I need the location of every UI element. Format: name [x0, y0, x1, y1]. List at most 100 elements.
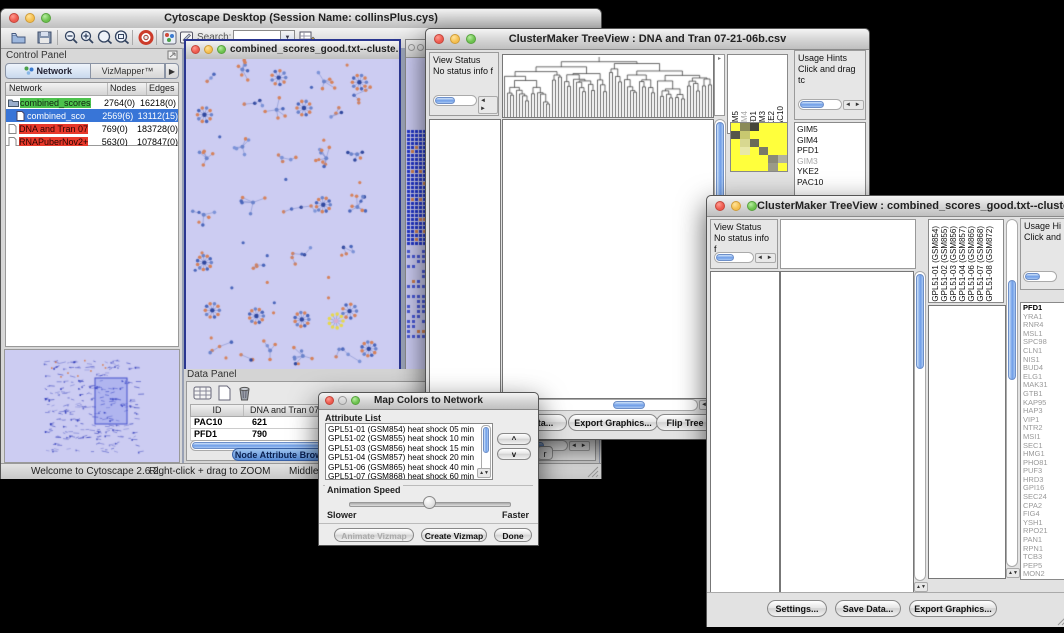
column-label[interactable]: GPL51-06 (GSM865) [967, 226, 976, 302]
minimize-icon[interactable] [731, 201, 741, 211]
save-icon[interactable] [37, 31, 52, 44]
delete-attribute-icon[interactable] [237, 385, 252, 401]
move-up-button[interactable]: ^ [497, 433, 531, 445]
close-icon[interactable] [408, 44, 415, 51]
matrix-cell[interactable] [778, 123, 787, 131]
matrix-cell[interactable] [759, 147, 768, 155]
matrix-cell[interactable] [778, 163, 787, 171]
matrix-cell[interactable] [731, 155, 740, 163]
move-down-button[interactable]: v [497, 448, 531, 460]
tv1-splitter-strip[interactable]: ▸ [714, 54, 725, 116]
tab-overflow-button[interactable]: ▶ [165, 63, 179, 79]
main-titlebar[interactable]: Cytoscape Desktop (Session Name: collins… [1, 9, 601, 29]
data-col-id[interactable]: ID [191, 405, 244, 416]
matrix-cell[interactable] [768, 155, 777, 163]
scroll-arrows[interactable]: ◄ ► [569, 441, 590, 451]
done-button[interactable]: Done [494, 528, 532, 542]
matrix-cell[interactable] [759, 163, 768, 171]
tv2-column-dendrogram[interactable] [780, 219, 916, 269]
usage-hints-scrollbar[interactable] [1023, 271, 1057, 282]
view-status-scrollbar[interactable] [714, 252, 754, 263]
matrix-cell[interactable] [750, 131, 759, 139]
col-header-nodes[interactable]: Nodes [108, 83, 147, 95]
column-label[interactable]: GPL51-07 (GSM868) [976, 226, 985, 302]
gene-label[interactable]: GIM3 [797, 156, 863, 167]
tv2-save-data-button[interactable]: Save Data... [835, 600, 901, 617]
scroll-arrows[interactable]: ◄ ► [755, 253, 776, 263]
matrix-cell[interactable] [731, 131, 740, 139]
col-header-edges[interactable]: Edges [147, 83, 178, 95]
tv2-export-graphics-button[interactable]: Export Graphics... [909, 600, 997, 617]
table-row[interactable]: combined_scores 2764(0) 16218(0) [6, 96, 178, 109]
matrix-cell[interactable] [768, 131, 777, 139]
animate-vizmap-button[interactable]: Animate Vizmap [334, 528, 414, 542]
zoom-window-icon[interactable] [747, 201, 757, 211]
attribute-select-icon[interactable] [193, 385, 212, 401]
matrix-cell[interactable] [759, 123, 768, 131]
vizmap-icon[interactable] [162, 30, 177, 45]
matrix-cell[interactable] [759, 155, 768, 163]
matrix-cell[interactable] [778, 139, 787, 147]
column-label[interactable]: GPL51-04 (GSM857) [958, 226, 967, 302]
matrix-cell[interactable] [731, 147, 740, 155]
minimize-icon[interactable] [417, 44, 424, 51]
tv2-row-dendrogram[interactable] [710, 271, 780, 593]
network-view-canvas[interactable] [186, 59, 399, 371]
gene-label[interactable]: PFD1 [797, 145, 863, 156]
matrix-cell[interactable] [750, 123, 759, 131]
usage-hints-scrollbar[interactable] [798, 99, 842, 110]
zoom-fit-icon[interactable] [113, 30, 130, 45]
scroll-arrows[interactable]: ▲▼ [1006, 568, 1020, 578]
column-label[interactable]: GPL51-02 (GSM855) [940, 226, 949, 302]
tv2-heatmap-vscrollbar[interactable] [914, 271, 926, 581]
scroll-arrows[interactable]: ▲▼ [477, 468, 491, 478]
tab-network[interactable]: Network [5, 63, 91, 79]
attribute-item[interactable]: GPL51-04 (GSM857) heat shock 20 min [328, 453, 490, 462]
gene-label[interactable]: GIM4 [797, 135, 863, 146]
matrix-cell[interactable] [731, 139, 740, 147]
dialog-titlebar[interactable]: Map Colors to Network [319, 393, 538, 410]
attribute-item[interactable]: GPL51-01 (GSM854) heat shock 05 min [328, 425, 490, 434]
table-row[interactable]: DNA and Tran 07 769(0) 183728(0) [6, 122, 178, 135]
matrix-cell[interactable] [750, 139, 759, 147]
tab-node-attribute-browser[interactable]: Node Attribute Brows [232, 448, 330, 461]
matrix-cell[interactable] [750, 155, 759, 163]
tv1-export-graphics-button[interactable]: Export Graphics... [568, 414, 658, 431]
new-attribute-icon[interactable] [217, 385, 232, 401]
network-overview[interactable] [4, 349, 180, 463]
tv2-settings-button[interactable]: Settings... [767, 600, 827, 617]
treeview1-titlebar[interactable]: ClusterMaker TreeView : DNA and Tran 07-… [426, 29, 869, 50]
zoom-in-icon[interactable] [79, 30, 95, 45]
matrix-cell[interactable] [759, 131, 768, 139]
tv1-similarity-matrix[interactable] [730, 122, 788, 172]
resize-grip[interactable] [1057, 614, 1064, 626]
close-icon[interactable] [715, 201, 725, 211]
col-header-network[interactable]: Network [6, 83, 108, 95]
matrix-cell[interactable] [750, 163, 759, 171]
open-folder-icon[interactable] [11, 31, 27, 44]
matrix-cell[interactable] [740, 155, 749, 163]
resize-grip[interactable] [587, 466, 599, 478]
matrix-cell[interactable] [750, 147, 759, 155]
attribute-item[interactable]: GPL51-03 (GSM856) heat shock 15 min [328, 444, 490, 453]
scroll-arrows[interactable]: ◄ ► [843, 100, 864, 110]
tv2-zoom-vscrollbar[interactable] [1006, 219, 1018, 567]
view-status-scrollbar[interactable] [433, 95, 477, 106]
table-row-selected[interactable]: combined_sco 2569(6) 13112(15) [6, 109, 178, 122]
matrix-cell[interactable] [778, 147, 787, 155]
matrix-cell[interactable] [768, 163, 777, 171]
create-vizmap-button[interactable]: Create Vizmap [421, 528, 487, 542]
attribute-item[interactable]: GPL51-02 (GSM855) heat shock 10 min [328, 434, 490, 443]
matrix-cell[interactable] [759, 139, 768, 147]
treeview2-titlebar[interactable]: ClusterMaker TreeView : combined_scores_… [707, 196, 1064, 217]
matrix-cell[interactable] [740, 123, 749, 131]
matrix-cell[interactable] [740, 131, 749, 139]
matrix-cell[interactable] [778, 131, 787, 139]
gene-label[interactable]: MON2 [1023, 570, 1064, 579]
zoom-out-icon[interactable] [63, 30, 79, 45]
matrix-cell[interactable] [731, 163, 740, 171]
matrix-cell[interactable] [768, 139, 777, 147]
float-panel-icon[interactable] [167, 50, 178, 60]
tv2-heatmap[interactable] [780, 271, 914, 593]
tv1-row-dendrogram[interactable] [429, 119, 501, 399]
